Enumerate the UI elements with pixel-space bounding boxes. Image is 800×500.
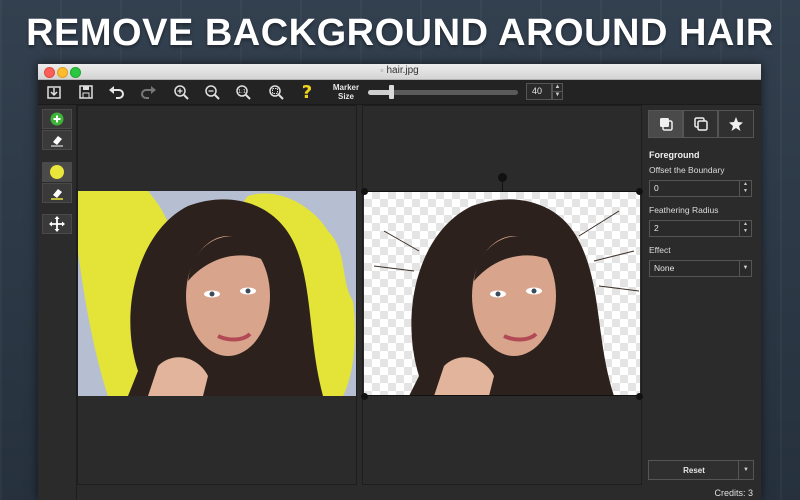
undo-button[interactable] — [106, 82, 128, 102]
marker-size-label-line1: Marker — [332, 83, 360, 92]
save-icon — [79, 85, 93, 99]
crop-handle-top-left[interactable] — [361, 188, 368, 195]
zoom-in-icon — [174, 85, 189, 100]
save-button[interactable] — [75, 82, 97, 102]
crop-handle-bottom-left[interactable] — [361, 393, 368, 400]
offset-boundary-value: 0 — [654, 183, 659, 193]
effect-select-value: None — [654, 263, 675, 273]
offset-boundary-field[interactable]: 0 ▲ ▼ — [649, 180, 752, 197]
marker-size-field[interactable]: 40 — [526, 83, 552, 100]
export-icon — [47, 86, 61, 99]
settings-sidebar: Foreground Offset the Boundary 0 ▲ ▼ Feat… — [644, 105, 761, 500]
source-photo[interactable] — [78, 191, 356, 396]
toolbar: 1:1 ? Marker Size 40 ▲ ▼ — [38, 80, 761, 105]
tab-effects[interactable] — [718, 110, 754, 138]
title-bar: ▫ hair.jpg — [38, 64, 761, 80]
marker-size-label-line2: Size — [337, 92, 354, 101]
file-icon: ▫ — [380, 65, 384, 75]
feather-step-up[interactable]: ▲ — [740, 221, 751, 228]
marker-size-step-down[interactable]: ▼ — [552, 91, 563, 100]
crop-frame — [364, 191, 640, 396]
app-window: ▫ hair.jpg 1:1 ? Marker Size 40 ▲ ▼ Fore… — [38, 64, 761, 500]
offset-step-down[interactable]: ▼ — [740, 188, 751, 195]
offset-boundary-label: Offset the Boundary — [649, 165, 725, 175]
feather-step-down[interactable]: ▼ — [740, 228, 751, 235]
layers-icon — [659, 118, 673, 131]
credits-status: Credits: 3 — [714, 488, 753, 498]
reset-button[interactable]: Reset ▼ — [648, 460, 754, 480]
effect-dropdown-chevron[interactable]: ▼ — [739, 261, 751, 276]
effect-label: Effect — [649, 245, 671, 255]
actual-size-icon: 1:1 — [236, 85, 251, 100]
effects-star-icon — [729, 117, 743, 131]
offset-step-up[interactable]: ▲ — [740, 181, 751, 188]
offset-boundary-stepper[interactable]: ▲ ▼ — [739, 181, 751, 196]
move-icon — [49, 216, 65, 232]
source-pane — [77, 105, 357, 485]
undo-icon — [109, 86, 124, 99]
foreground-section-title: Foreground — [649, 150, 700, 160]
help-button[interactable]: ? — [296, 81, 318, 103]
eraser-marker-tool[interactable] — [42, 183, 72, 203]
source-photo-canvas — [78, 191, 356, 396]
effect-select[interactable]: None ▼ — [649, 260, 752, 277]
add-foreground-icon — [50, 112, 64, 126]
duplicate-icon — [693, 117, 708, 131]
move-tool[interactable] — [42, 214, 72, 234]
redo-button[interactable] — [137, 82, 159, 102]
reset-dropdown-chevron[interactable]: ▼ — [738, 461, 753, 479]
feathering-radius-label: Feathering Radius — [649, 205, 719, 215]
actual-size-button[interactable]: 1:1 — [232, 82, 254, 102]
marker-size-slider-fill — [368, 90, 391, 95]
promo-headline: REMOVE BACKGROUND AROUND HAIR — [26, 12, 774, 54]
crop-handle-bottom-right[interactable] — [636, 393, 643, 400]
redo-icon — [141, 86, 156, 99]
help-icon: ? — [301, 81, 313, 103]
result-pane — [361, 105, 643, 485]
eraser-icon — [51, 189, 63, 200]
feathering-radius-stepper[interactable]: ▲ ▼ — [739, 221, 751, 236]
marker-size-label: Marker Size — [326, 83, 366, 101]
fit-screen-icon — [269, 85, 284, 100]
eraser-icon — [51, 136, 63, 147]
feathering-radius-value: 2 — [654, 223, 659, 233]
marker-size-slider[interactable] — [368, 85, 518, 99]
window-title-text: hair.jpg — [386, 65, 419, 76]
sidebar-tabs — [648, 110, 754, 138]
zoom-in-button[interactable] — [170, 82, 192, 102]
eraser-foreground-tool[interactable] — [42, 130, 72, 150]
feathering-radius-field[interactable]: 2 ▲ ▼ — [649, 220, 752, 237]
add-foreground-tool[interactable] — [42, 109, 72, 129]
marker-color-icon — [50, 165, 64, 179]
export-button[interactable] — [43, 82, 65, 102]
window-title: ▫ hair.jpg — [38, 65, 761, 76]
svg-text:1:1: 1:1 — [238, 89, 246, 95]
zoom-out-icon — [205, 85, 220, 100]
crop-handle-top-right[interactable] — [636, 188, 643, 195]
marker-size-slider-thumb[interactable] — [388, 85, 394, 99]
fit-screen-button[interactable] — [265, 82, 287, 102]
tab-duplicate[interactable] — [683, 110, 718, 138]
marker-color-tool[interactable] — [42, 162, 72, 182]
rotate-handle[interactable] — [498, 173, 507, 182]
zoom-out-button[interactable] — [201, 82, 223, 102]
tool-palette — [38, 105, 77, 500]
tab-layers[interactable] — [648, 110, 683, 138]
reset-button-label: Reset — [683, 466, 705, 475]
